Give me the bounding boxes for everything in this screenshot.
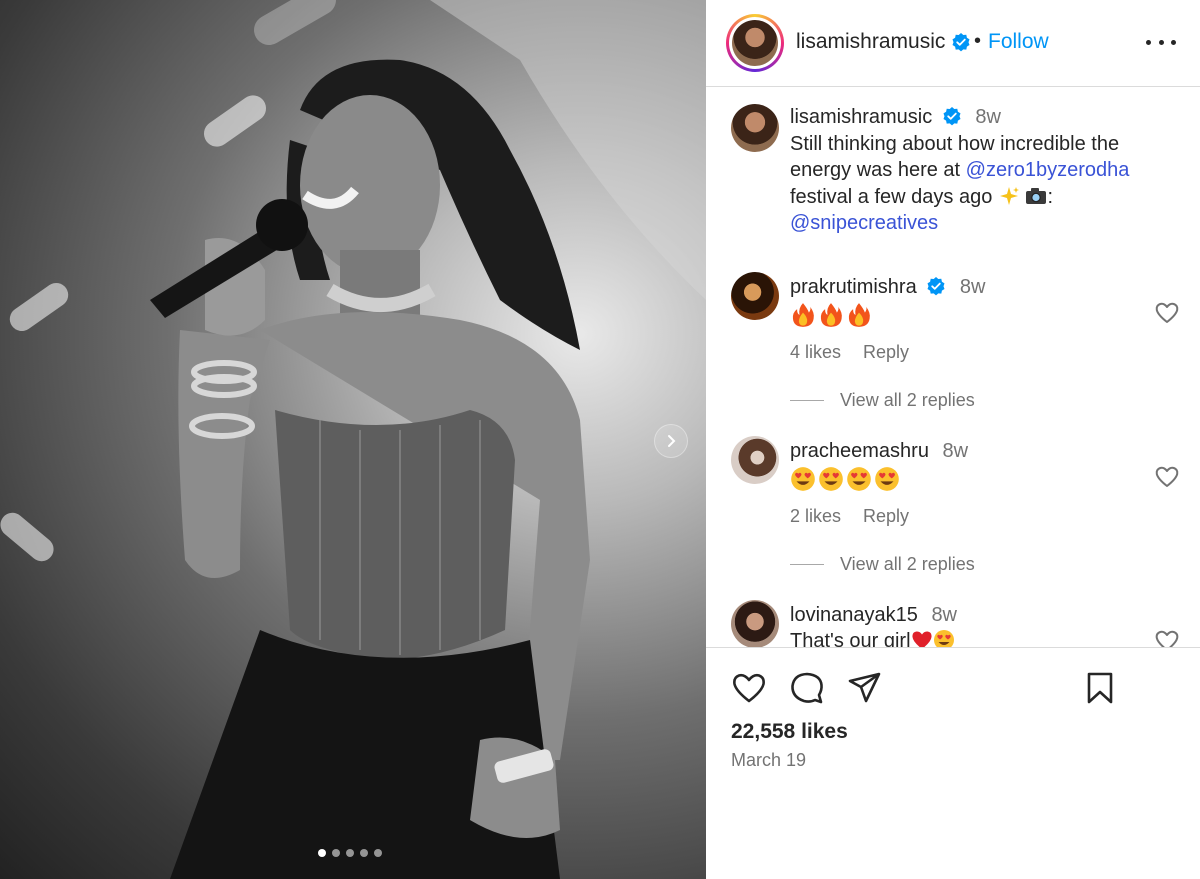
post-actions: 22,558 likes March 19 xyxy=(706,649,1200,879)
comment-time: 8w xyxy=(959,276,986,298)
caption-text-part: : xyxy=(1047,185,1054,208)
heart-icon[interactable] xyxy=(1154,628,1180,648)
comment-text xyxy=(790,302,1130,328)
heart-icon[interactable] xyxy=(1154,300,1180,326)
comment-meta: 4 likes Reply xyxy=(790,342,909,363)
caption-username[interactable]: lisamishramusic xyxy=(790,106,932,128)
view-replies-button[interactable]: View all 2 replies xyxy=(790,554,975,575)
commenter-avatar[interactable] xyxy=(731,272,779,320)
post-header: lisamishramusic • Follow xyxy=(706,0,1200,87)
replies-line xyxy=(790,564,824,565)
commenter-avatar[interactable] xyxy=(731,600,779,647)
heart-eyes-emoji xyxy=(791,467,815,491)
camera-emoji xyxy=(1026,187,1047,204)
more-options-icon[interactable] xyxy=(1146,30,1176,54)
comment-username[interactable]: pracheemashru xyxy=(790,440,929,462)
view-replies-label[interactable]: View all 2 replies xyxy=(840,554,975,575)
comment-username[interactable]: lovinanayak15 xyxy=(790,604,918,626)
heart-icon[interactable] xyxy=(1154,464,1180,490)
reply-button[interactable]: Reply xyxy=(863,342,909,363)
fire-emoji xyxy=(848,303,870,327)
verified-badge-icon xyxy=(943,107,961,126)
carousel-dot xyxy=(332,849,340,857)
verified-badge-icon xyxy=(952,33,970,52)
heart-eyes-emoji xyxy=(819,467,843,491)
replies-line xyxy=(790,400,824,401)
carousel-dot xyxy=(360,849,368,857)
performer-photo xyxy=(0,0,706,879)
sparkles-emoji xyxy=(999,186,1019,205)
story-ring[interactable] xyxy=(726,14,784,72)
heart-icon[interactable] xyxy=(730,669,768,707)
heart-eyes-emoji xyxy=(847,467,871,491)
fire-emoji xyxy=(792,303,814,327)
carousel-indicator xyxy=(318,849,382,857)
red-heart-emoji xyxy=(911,631,932,647)
carousel-dot xyxy=(346,849,354,857)
comment-likes[interactable]: 2 likes xyxy=(790,506,841,527)
author-avatar[interactable] xyxy=(731,104,779,152)
commenter-avatar[interactable] xyxy=(731,436,779,484)
comment-time: 8w xyxy=(942,440,969,462)
comment-likes[interactable]: 4 likes xyxy=(790,342,841,363)
likes-count[interactable]: 22,558 likes xyxy=(731,720,848,744)
heart-eyes-emoji xyxy=(875,467,899,491)
author-username[interactable]: lisamishramusic xyxy=(796,30,971,54)
fire-emoji xyxy=(820,303,842,327)
heart-eyes-emoji xyxy=(933,630,954,647)
follow-button[interactable]: Follow xyxy=(988,30,1049,54)
post-side-panel: lisamishramusic • Follow lisamishramusic… xyxy=(706,0,1200,879)
author-avatar[interactable] xyxy=(732,20,778,66)
reply-button[interactable]: Reply xyxy=(863,506,909,527)
post-date: March 19 xyxy=(731,750,807,770)
caption-text: lisamishramusic 8w Still thinking about … xyxy=(790,104,1170,237)
author-username-text[interactable]: lisamishramusic xyxy=(796,30,945,54)
comment-text xyxy=(790,466,1130,492)
chevron-right-icon xyxy=(668,435,676,447)
comment-icon[interactable] xyxy=(788,669,826,707)
caption-time: 8w xyxy=(975,106,1001,128)
comment-time: 8w xyxy=(931,604,958,626)
verified-badge-icon xyxy=(927,277,945,296)
carousel-next-button[interactable] xyxy=(654,424,688,458)
separator-dot: • xyxy=(974,30,982,52)
view-replies-label[interactable]: View all 2 replies xyxy=(840,390,975,411)
carousel-dot xyxy=(318,849,326,857)
carousel-dot xyxy=(374,849,382,857)
post-photo[interactable] xyxy=(0,0,706,879)
view-replies-button[interactable]: View all 2 replies xyxy=(790,390,975,411)
bookmark-icon[interactable] xyxy=(1081,669,1119,707)
caption-text-part: festival a few days ago xyxy=(790,185,998,208)
comments-list[interactable]: lisamishramusic 8w Still thinking about … xyxy=(706,88,1200,648)
comment-meta: 2 likes Reply xyxy=(790,506,909,527)
share-icon[interactable] xyxy=(846,669,884,707)
mention-link[interactable]: @zero1byzerodha xyxy=(966,159,1130,181)
comment-username[interactable]: prakrutimishra xyxy=(790,276,917,298)
mention-link[interactable]: @snipecreatives xyxy=(790,212,938,234)
comment-text: That's our girl xyxy=(790,630,911,648)
